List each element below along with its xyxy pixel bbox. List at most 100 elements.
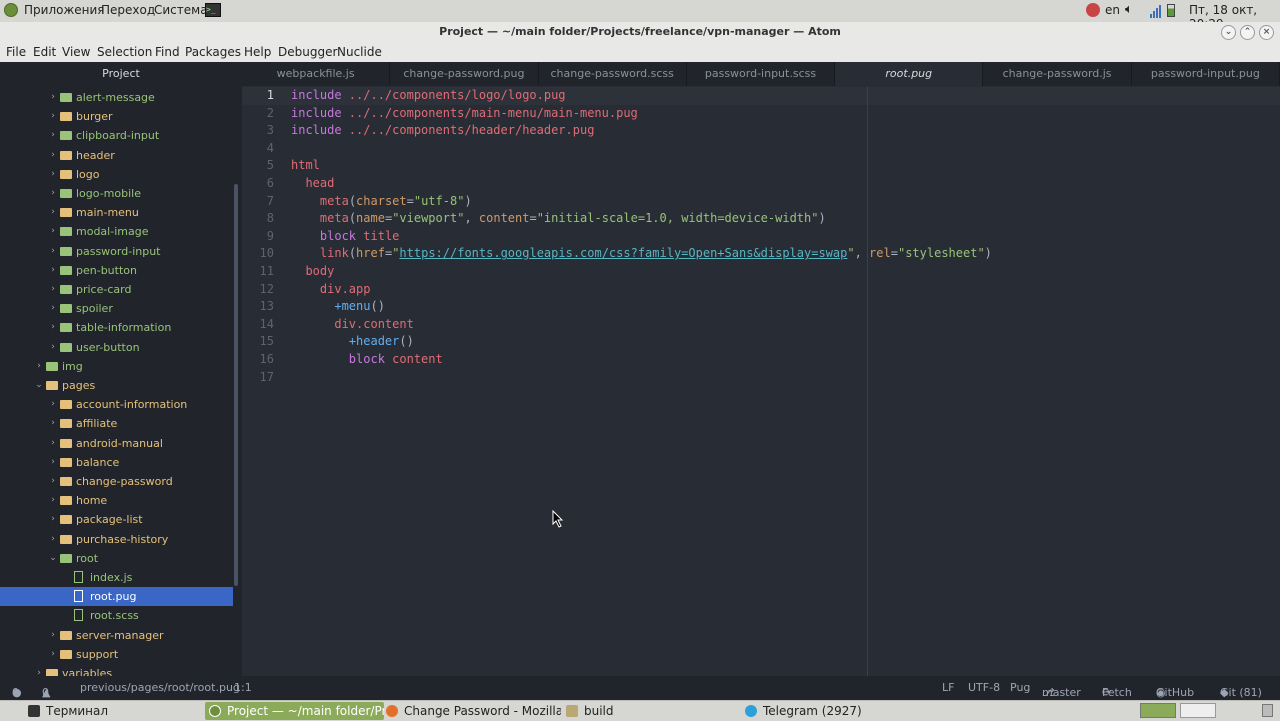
menu-file[interactable]: File <box>6 45 26 59</box>
tree-item[interactable]: › spoiler <box>0 299 233 318</box>
distro-logo-icon[interactable] <box>4 3 18 17</box>
code-line[interactable]: html <box>291 158 320 172</box>
tab-password-input-pug[interactable]: password-input.pug <box>1132 62 1280 86</box>
task-terminal[interactable]: Терминал <box>28 702 198 720</box>
minimize-icon[interactable]: ⌄ <box>1221 25 1236 40</box>
editor[interactable]: 1 2 3 4 5 6 7 8 9 10 11 12 13 14 15 16 17 include ../../… <box>242 86 1280 676</box>
code-line[interactable]: link(href = "https://fonts.googleapis.com/… <box>291 246 992 260</box>
chevron-right-icon[interactable]: › <box>48 318 58 337</box>
tree-view[interactable]: Project › alert-message › burger › clipboard-… <box>0 62 242 676</box>
tree-item[interactable]: › img <box>0 357 233 376</box>
tree-item[interactable]: root.pug <box>0 587 233 607</box>
chevron-right-icon[interactable]: › <box>48 203 58 222</box>
chevron-right-icon[interactable]: › <box>48 338 58 357</box>
cursor-position[interactable]: 1:1 <box>234 681 252 694</box>
tree-item[interactable]: › table-information <box>0 318 233 337</box>
chevron-right-icon[interactable]: › <box>48 510 58 529</box>
file-path[interactable]: previous/pages/root/root.pug <box>80 681 240 694</box>
tree-item[interactable]: › pen-button <box>0 261 233 280</box>
volume-icon[interactable]: 🔈︎ <box>1125 2 1133 17</box>
keyboard-layout[interactable]: en <box>1105 3 1120 17</box>
code-line[interactable]: block title <box>291 229 399 243</box>
code-line[interactable]: include ../../components/header/header.p… <box>291 123 594 137</box>
tree-item[interactable]: › password-input <box>0 242 233 261</box>
tree-item[interactable]: › user-button <box>0 338 233 357</box>
tree-scrollbar[interactable] <box>234 184 238 586</box>
chevron-right-icon[interactable]: › <box>48 472 58 491</box>
tree-item[interactable]: › support <box>0 645 233 664</box>
menu-nuclide[interactable]: Nuclide <box>337 45 382 59</box>
menu-places[interactable]: Переход <box>101 3 155 17</box>
code-line[interactable]: +header() <box>291 334 414 348</box>
tree-item[interactable]: › affiliate <box>0 414 233 433</box>
chevron-right-icon[interactable]: › <box>48 184 58 203</box>
chevron-right-icon[interactable]: › <box>48 626 58 645</box>
tree-item[interactable]: › home <box>0 491 233 510</box>
code-line[interactable]: +menu() <box>291 299 385 313</box>
chevron-right-icon[interactable]: › <box>48 491 58 510</box>
tree-item[interactable]: root.scss <box>0 606 233 625</box>
code-line[interactable]: meta(name="viewport", content="initial-s… <box>291 211 826 225</box>
terminal-launcher-icon[interactable]: >_ <box>205 3 221 17</box>
workspace-switcher[interactable] <box>1140 703 1176 718</box>
tree-item[interactable]: › android-manual <box>0 434 233 453</box>
tree-item[interactable]: › balance <box>0 453 233 472</box>
tab-change-password-pug[interactable]: change-password.pug <box>390 62 539 86</box>
code-line[interactable]: block content <box>291 352 443 366</box>
tab-change-password-scss[interactable]: change-password.scss <box>539 62 687 86</box>
battery-icon[interactable] <box>1167 4 1175 17</box>
tree-item[interactable]: index.js <box>0 568 233 587</box>
code-line[interactable]: include ../../components/main-menu/main-… <box>291 106 638 120</box>
tree-item[interactable]: › burger <box>0 107 233 126</box>
code-line[interactable]: include ../../components/logo/logo.pug <box>291 88 566 102</box>
task-firefox[interactable]: Change Password - Mozilla ... <box>386 702 561 720</box>
tab-change-password-js[interactable]: change-password.js <box>983 62 1132 86</box>
menu-selection[interactable]: Selection <box>97 45 152 59</box>
chevron-right-icon[interactable]: › <box>48 414 58 433</box>
chevron-right-icon[interactable]: › <box>48 222 58 241</box>
chevron-right-icon[interactable]: › <box>48 146 58 165</box>
tree-item[interactable]: › logo <box>0 165 233 184</box>
notification-icon[interactable] <box>1086 3 1100 17</box>
chevron-down-icon[interactable]: ⌄ <box>34 376 44 395</box>
tree-item[interactable]: › alert-message <box>0 88 233 107</box>
grammar[interactable]: Pug <box>1010 681 1030 694</box>
chevron-right-icon[interactable]: › <box>34 664 44 676</box>
chevron-right-icon[interactable]: › <box>48 88 58 107</box>
chevron-right-icon[interactable]: › <box>48 453 58 472</box>
menu-packages[interactable]: Packages <box>185 45 241 59</box>
chevron-right-icon[interactable]: › <box>48 242 58 261</box>
chevron-right-icon[interactable]: › <box>48 280 58 299</box>
tab-root-pug[interactable]: root.pug <box>835 62 984 86</box>
code-line[interactable]: meta(charset="utf-8") <box>291 194 472 208</box>
tree-item[interactable]: ⌄ pages <box>0 376 233 395</box>
chevron-down-icon[interactable]: ⌄ <box>48 549 58 568</box>
tree-item[interactable]: › package-list <box>0 510 233 529</box>
chevron-right-icon[interactable]: › <box>48 165 58 184</box>
tree-item[interactable]: › purchase-history <box>0 530 233 549</box>
chevron-right-icon[interactable]: › <box>48 645 58 664</box>
tree-item[interactable]: › variables <box>0 664 233 676</box>
chevron-right-icon[interactable]: › <box>48 261 58 280</box>
tree-item[interactable]: › header <box>0 146 233 165</box>
menu-edit[interactable]: Edit <box>33 45 56 59</box>
trash-icon[interactable] <box>1262 704 1273 717</box>
code-line[interactable]: div.content <box>291 317 413 331</box>
chevron-right-icon[interactable]: › <box>48 107 58 126</box>
chevron-right-icon[interactable]: › <box>48 530 58 549</box>
close-icon[interactable]: × <box>1259 25 1274 40</box>
tab-webpackfile-js[interactable]: webpackfile.js <box>242 62 391 86</box>
tree-item[interactable]: › change-password <box>0 472 233 491</box>
chevron-right-icon[interactable]: › <box>48 299 58 318</box>
code-line[interactable]: div.app <box>291 282 371 296</box>
code-line[interactable]: body <box>291 264 334 278</box>
tree-item[interactable]: ⌄ root <box>0 549 233 568</box>
task-atom[interactable]: Project — ~/main folder/Pr... <box>205 702 384 720</box>
maximize-icon[interactable]: ⌃ <box>1240 25 1255 40</box>
code-token[interactable]: https://fonts.googleapis.com/css?family=… <box>399 246 847 260</box>
chevron-right-icon[interactable]: › <box>48 395 58 414</box>
menu-help[interactable]: Help <box>244 45 271 59</box>
window-titlebar[interactable]: Project — ~/main folder/Projects/freelan… <box>0 22 1280 42</box>
tree-item[interactable]: › server-manager <box>0 626 233 645</box>
encoding[interactable]: UTF-8 <box>968 681 1000 694</box>
